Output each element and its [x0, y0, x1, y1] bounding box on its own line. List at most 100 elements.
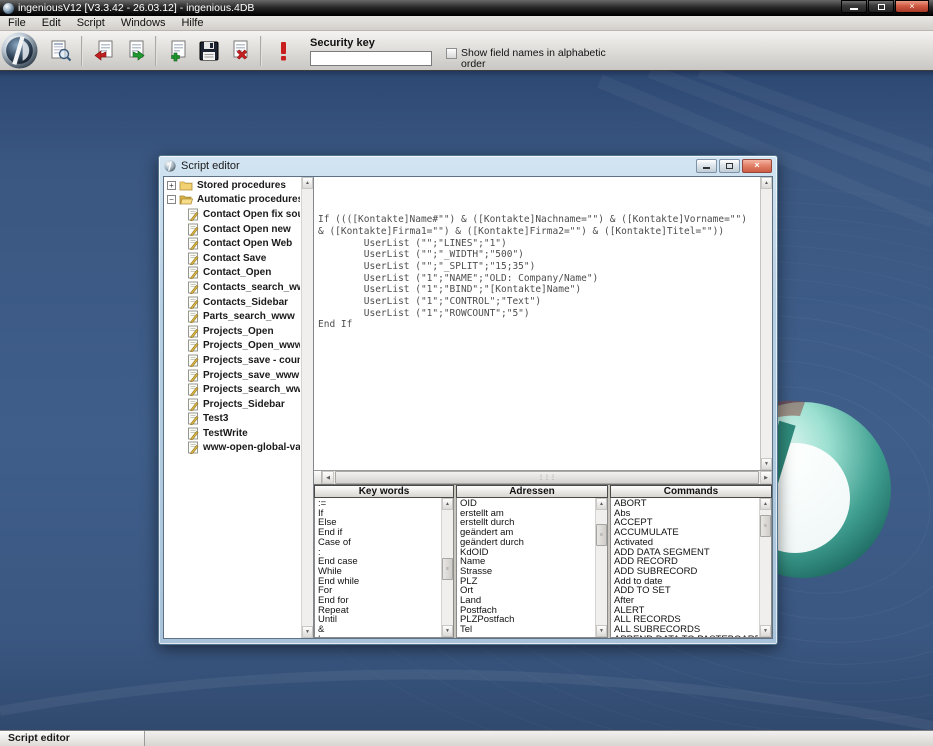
command-item[interactable]: Abs: [614, 509, 758, 519]
procedure-item[interactable]: Projects_Open_www: [166, 339, 300, 354]
command-item[interactable]: ADD SUBRECORD: [614, 567, 758, 577]
menu-item[interactable]: Edit: [34, 16, 69, 31]
scroll-up-icon[interactable]: ▲: [761, 177, 772, 189]
collapse-icon[interactable]: −: [167, 195, 176, 204]
keyword-item[interactable]: :=: [318, 499, 440, 509]
commands-scrollbar-track[interactable]: ≡: [760, 510, 771, 625]
expand-icon[interactable]: +: [167, 181, 176, 190]
keywords-list[interactable]: :=IfElseEnd ifCase of:End caseWhileEnd w…: [314, 498, 454, 638]
alphabetic-order-checkbox[interactable]: [446, 48, 457, 59]
scroll-down-icon[interactable]: ▼: [442, 625, 453, 637]
scroll-down-icon[interactable]: ▼: [302, 626, 313, 638]
adressen-item[interactable]: Name: [460, 557, 594, 567]
commands-scrollbar[interactable]: ▲ ≡ ▼: [759, 498, 771, 637]
keywords-scrollbar[interactable]: ▲ ≡ ▼: [441, 498, 453, 637]
horizontal-scrollbar-track[interactable]: ⋮⋮⋮: [334, 471, 760, 484]
adressen-item[interactable]: PLZPostfach: [460, 615, 594, 625]
menu-item[interactable]: Hilfe: [173, 16, 211, 31]
command-item[interactable]: ADD RECORD: [614, 557, 758, 567]
procedure-item[interactable]: Contact Open fix source: [166, 207, 300, 222]
menu-item[interactable]: Windows: [113, 16, 174, 31]
keyword-item[interactable]: &: [318, 625, 440, 635]
horizontal-scrollbar-thumb[interactable]: ⋮⋮⋮: [335, 471, 759, 484]
procedure-item[interactable]: Projects_Sidebar: [166, 397, 300, 412]
scroll-down-icon[interactable]: ▼: [760, 625, 771, 637]
save-script-button[interactable]: [195, 37, 222, 64]
adressen-list[interactable]: OIDerstellt amerstellt durchgeändert amg…: [456, 498, 608, 638]
tree-scrollbar-track[interactable]: [302, 189, 313, 626]
keyword-item[interactable]: End while: [318, 577, 440, 587]
procedure-item[interactable]: Test3: [166, 412, 300, 427]
adressen-item[interactable]: Postfach: [460, 606, 594, 616]
keyword-item[interactable]: End case: [318, 557, 440, 567]
commands-list[interactable]: ABORTAbsACCEPTACCUMULATEActivatedADD DAT…: [610, 498, 772, 638]
restore-button[interactable]: [868, 0, 894, 13]
security-key-input[interactable]: [310, 51, 432, 66]
keywords-scrollbar-track[interactable]: ≡: [442, 510, 453, 625]
delete-script-button[interactable]: [226, 37, 253, 64]
procedure-item[interactable]: Projects_save - count shutte: [166, 353, 300, 368]
procedure-item[interactable]: Contact_Open: [166, 266, 300, 281]
adressen-scrollbar-track[interactable]: ≡: [596, 510, 607, 625]
keyword-item[interactable]: Case of: [318, 538, 440, 548]
tree-item-automatic-procedures[interactable]: − Automatic procedures: [166, 193, 300, 208]
adressen-item[interactable]: OID: [460, 499, 594, 509]
adressen-item[interactable]: Tel: [460, 625, 594, 635]
scroll-left-icon[interactable]: ◀: [322, 471, 334, 484]
code-scrollbar[interactable]: ▲ ▼: [760, 177, 772, 470]
code-horizontal-scrollbar[interactable]: ◀ ⋮⋮⋮ ▶: [314, 470, 772, 484]
scroll-up-icon[interactable]: ▲: [760, 498, 771, 510]
procedure-item[interactable]: Projects_save_www: [166, 368, 300, 383]
procedure-item[interactable]: Projects_Open: [166, 324, 300, 339]
scrollbar-thumb[interactable]: ≡: [596, 524, 607, 546]
keyword-item[interactable]: While: [318, 567, 440, 577]
script-editor-titlebar[interactable]: Script editor ×: [159, 156, 777, 175]
adressen-header[interactable]: Adressen: [456, 485, 608, 498]
tree-scrollbar[interactable]: ▲ ▼: [301, 177, 313, 638]
adressen-item[interactable]: KdOID: [460, 548, 594, 558]
keyword-item[interactable]: Repeat: [318, 606, 440, 616]
keyword-item[interactable]: For: [318, 586, 440, 596]
procedure-item[interactable]: Projects_search_www: [166, 382, 300, 397]
run-script-button[interactable]: [269, 37, 296, 64]
procedure-item[interactable]: Contacts_search_www: [166, 280, 300, 295]
splitter-handle[interactable]: [314, 471, 322, 484]
procedure-item[interactable]: Contact Save: [166, 251, 300, 266]
command-item[interactable]: After: [614, 596, 758, 606]
export-script-button[interactable]: [121, 37, 148, 64]
command-item[interactable]: ADD DATA SEGMENT: [614, 548, 758, 558]
keyword-item[interactable]: End for: [318, 596, 440, 606]
tree-item-stored-procedures[interactable]: + Stored procedures: [166, 178, 300, 193]
command-item[interactable]: ACCUMULATE: [614, 528, 758, 538]
command-item[interactable]: ADD TO SET: [614, 586, 758, 596]
script-editor-maximize-button[interactable]: [719, 159, 740, 173]
adressen-scrollbar[interactable]: ▲ ≡ ▼: [595, 498, 607, 637]
code-text[interactable]: If ((([Kontakte]Name#"") & ([Kontakte]Na…: [318, 179, 758, 470]
procedure-item[interactable]: TestWrite: [166, 426, 300, 441]
command-item[interactable]: Add to date: [614, 577, 758, 587]
adressen-item[interactable]: erstellt am: [460, 509, 594, 519]
procedure-item[interactable]: www-open-global-variables: [166, 441, 300, 456]
procedure-item[interactable]: Contacts_Sidebar: [166, 295, 300, 310]
scrollbar-thumb[interactable]: ≡: [760, 515, 771, 537]
taskbar-item-script-editor[interactable]: Script editor: [0, 731, 145, 746]
command-item[interactable]: ALL RECORDS: [614, 615, 758, 625]
code-editor[interactable]: If ((([Kontakte]Name#"") & ([Kontakte]Na…: [314, 177, 772, 470]
procedure-item[interactable]: Contact Open Web: [166, 236, 300, 251]
adressen-item[interactable]: Strasse: [460, 567, 594, 577]
command-item[interactable]: ALERT: [614, 606, 758, 616]
adressen-item[interactable]: PLZ: [460, 577, 594, 587]
adressen-item[interactable]: Land: [460, 596, 594, 606]
scroll-down-icon[interactable]: ▼: [761, 458, 772, 470]
keyword-item[interactable]: Until: [318, 615, 440, 625]
code-scrollbar-track[interactable]: [761, 189, 772, 458]
keyword-item[interactable]: |: [318, 635, 440, 638]
scroll-up-icon[interactable]: ▲: [302, 177, 313, 189]
script-editor-minimize-button[interactable]: [696, 159, 717, 173]
command-item[interactable]: Activated: [614, 538, 758, 548]
new-script-button[interactable]: [164, 37, 191, 64]
scrollbar-thumb[interactable]: ≡: [442, 558, 453, 580]
close-button[interactable]: ×: [895, 0, 929, 13]
menu-item[interactable]: File: [0, 16, 34, 31]
import-script-button[interactable]: [90, 37, 117, 64]
